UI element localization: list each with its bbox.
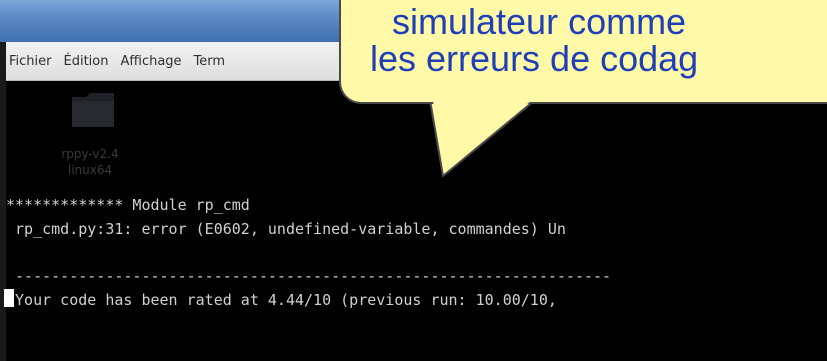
terminal-line-separator: ----------------------------------------… bbox=[6, 267, 612, 285]
desktop-icon-label-line2: linux64 bbox=[67, 163, 113, 177]
menu-affichage[interactable]: Affichage bbox=[114, 54, 187, 69]
desktop-folder-shortcut[interactable]: rppy-v2.4 linux64 bbox=[58, 85, 122, 205]
desktop-icon-label-line1: rppy-v2.4 bbox=[61, 147, 119, 161]
terminal-output[interactable]: rppy-v2.4 linux64 ************* Module r… bbox=[6, 81, 827, 361]
callout-text-line1: simulateur comme bbox=[392, 1, 687, 42]
text-cursor bbox=[4, 289, 14, 307]
terminal-line-rating: Your code has been rated at 4.44/10 (pre… bbox=[6, 291, 557, 309]
terminal-line-error: rp_cmd.py:31: error (E0602, undefined-va… bbox=[6, 220, 566, 238]
callout-text-line2: les erreurs de codag bbox=[370, 38, 699, 79]
menu-edition[interactable]: Édition bbox=[58, 54, 115, 69]
menu-fichier[interactable]: Fichier bbox=[6, 54, 58, 69]
terminal-line-module: ************* Module rp_cmd bbox=[6, 196, 250, 214]
menu-terminal[interactable]: Term bbox=[188, 54, 232, 69]
folder-icon bbox=[72, 93, 114, 127]
screen: Fichier Édition Affichage Term rppy-v2.4… bbox=[0, 0, 827, 361]
